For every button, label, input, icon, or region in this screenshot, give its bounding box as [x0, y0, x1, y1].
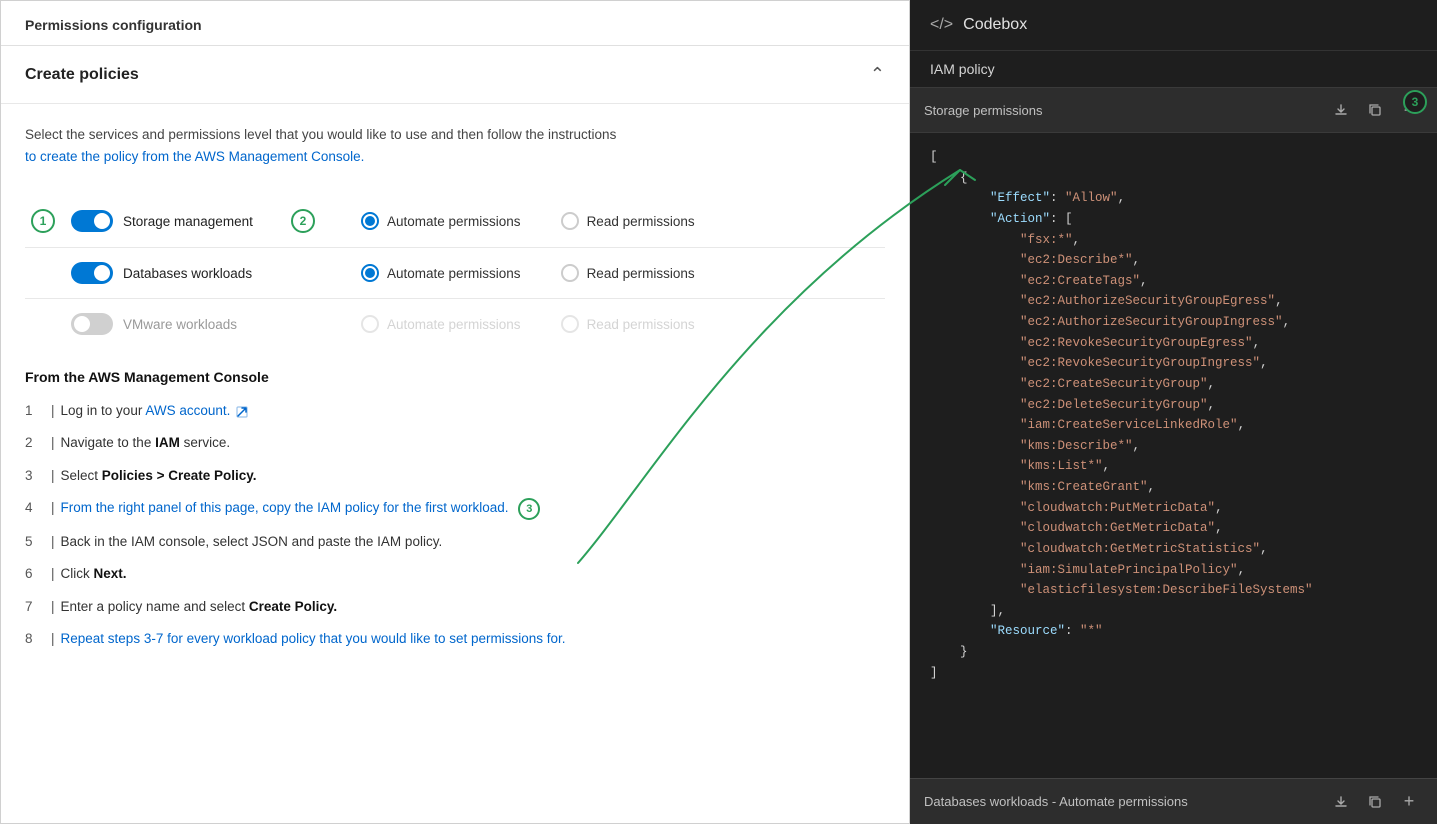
service-col-vmware: VMware workloads — [25, 313, 285, 335]
service-col-databases: Databases workloads — [25, 262, 285, 284]
download-button[interactable] — [1327, 96, 1355, 124]
step-5: 5 | Back in the IAM console, select JSON… — [25, 532, 885, 552]
vmware-automate-label: Automate permissions — [387, 317, 521, 332]
codebox-header: </> Codebox — [910, 0, 1437, 51]
databases-automate-radio[interactable]: Automate permissions — [361, 264, 521, 282]
step-2: 2 | Navigate to the IAM service. — [25, 433, 885, 453]
vmware-automate-radio-circle — [361, 315, 379, 333]
databases-label: Databases workloads — [123, 266, 252, 281]
storage-automate-label: Automate permissions — [387, 214, 521, 229]
vmware-label: VMware workloads — [123, 317, 237, 332]
permissions-row-databases: Databases workloads Automate permissions… — [25, 247, 885, 298]
section-content: Select the services and permissions leve… — [1, 104, 909, 369]
permissions-row-storage: 1 Storage management 2 Automate permissi… — [25, 195, 885, 247]
storage-automate-radio[interactable]: Automate permissions — [361, 212, 521, 230]
code-content[interactable]: [ { "Effect": "Allow", "Action": [ "fsx:… — [910, 133, 1437, 778]
step-1: 1 | Log in to your AWS account. — [25, 401, 885, 421]
databases-read-radio[interactable]: Read permissions — [561, 264, 695, 282]
bottom-tab-bar: Databases workloads - Automate permissio… — [910, 778, 1437, 824]
codebox-title: Codebox — [963, 16, 1027, 34]
iam-policy-label: IAM policy — [910, 51, 1437, 87]
storage-block-header: Storage permissions − — [910, 87, 1437, 133]
bottom-copy-button[interactable] — [1361, 788, 1389, 816]
step-badge-3-left: 3 — [518, 498, 540, 520]
aws-console-link[interactable]: to create the policy from the AWS Manage… — [25, 149, 364, 164]
vmware-automate-radio: Automate permissions — [361, 315, 521, 333]
options-col-storage: 2 Automate permissions Read permissions — [285, 209, 885, 233]
section-header: Create policies ⌃ — [1, 46, 909, 104]
vmware-read-radio-circle — [561, 315, 579, 333]
right-panel: </> Codebox IAM policy 3 Storage permiss… — [910, 0, 1437, 824]
description-text: Select the services and permissions leve… — [25, 124, 885, 167]
step-6: 6 | Click Next. — [25, 564, 885, 584]
step-badge-1: 1 — [31, 209, 55, 233]
step-3: 3 | Select Policies > Create Policy. — [25, 466, 885, 486]
bottom-download-button[interactable] — [1327, 788, 1355, 816]
step-badge-3-right: 3 — [1403, 90, 1427, 114]
step-badge-2: 2 — [291, 209, 315, 233]
options-col-vmware: Automate permissions Read permissions — [285, 315, 885, 333]
databases-automate-radio-circle — [361, 264, 379, 282]
storage-read-radio[interactable]: Read permissions — [561, 212, 695, 230]
collapse-chevron-icon[interactable]: ⌃ — [870, 64, 885, 85]
copy-button[interactable] — [1361, 96, 1389, 124]
step-7: 7 | Enter a policy name and select Creat… — [25, 597, 885, 617]
instructions-title: From the AWS Management Console — [25, 369, 885, 385]
vmware-read-radio: Read permissions — [561, 315, 695, 333]
storage-read-label: Read permissions — [587, 214, 695, 229]
databases-read-label: Read permissions — [587, 266, 695, 281]
storage-read-radio-circle — [561, 212, 579, 230]
vmware-read-label: Read permissions — [587, 317, 695, 332]
databases-toggle[interactable] — [71, 262, 113, 284]
storage-toggle[interactable] — [71, 210, 113, 232]
step-8: 8 | Repeat steps 3-7 for every workload … — [25, 629, 885, 649]
annotation-col: 1 — [25, 209, 61, 233]
bottom-tab-actions: + — [1327, 788, 1423, 816]
options-col-databases: Automate permissions Read permissions — [285, 264, 885, 282]
step-4: 4 | From the right panel of this page, c… — [25, 498, 885, 520]
storage-automate-radio-circle — [361, 212, 379, 230]
permissions-table: 1 Storage management 2 Automate permissi… — [25, 195, 885, 349]
annotation-col-2: 2 — [285, 209, 321, 233]
aws-account-link[interactable]: AWS account. — [145, 403, 230, 418]
vmware-toggle[interactable] — [71, 313, 113, 335]
storage-label: Storage management — [123, 214, 253, 229]
bottom-add-button[interactable]: + — [1395, 788, 1423, 816]
permissions-row-vmware: VMware workloads Automate permissions Re… — [25, 298, 885, 349]
databases-automate-label: Automate permissions — [387, 266, 521, 281]
page-title: Permissions configuration — [1, 1, 909, 46]
service-col-storage: 1 Storage management — [25, 209, 285, 233]
code-block-section: Storage permissions − [ { "Effect": "All… — [910, 87, 1437, 778]
databases-read-radio-circle — [561, 264, 579, 282]
step8-link[interactable]: Repeat steps 3-7 for every workload poli… — [61, 631, 566, 646]
bottom-tab-label: Databases workloads - Automate permissio… — [924, 794, 1319, 809]
instructions-section: From the AWS Management Console 1 | Log … — [1, 369, 909, 685]
left-panel: Permissions configuration Create policie… — [0, 0, 910, 824]
step4-link[interactable]: From the right panel of this page, copy … — [61, 500, 509, 515]
external-link-icon — [236, 406, 248, 418]
create-policies-title: Create policies — [25, 66, 139, 84]
codebox-icon: </> — [930, 16, 953, 34]
storage-block-label: Storage permissions — [924, 103, 1043, 118]
